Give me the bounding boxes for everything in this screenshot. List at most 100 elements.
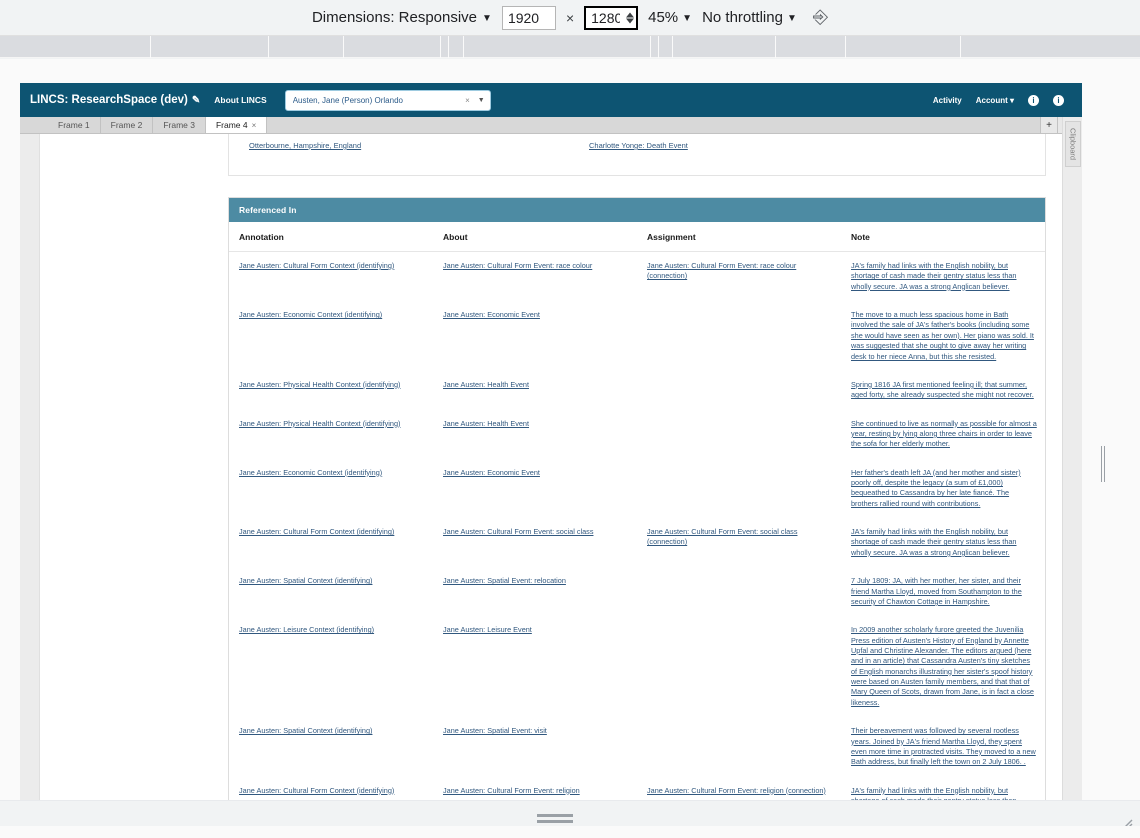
bottom-strip-lower	[0, 826, 1140, 838]
frame-tab-label: Frame 2	[110, 120, 143, 130]
stepper-up-icon[interactable]	[626, 12, 635, 17]
assignment-link[interactable]: Jane Austen: Cultural Form Event: race c…	[647, 261, 796, 280]
about-link[interactable]: Jane Austen: Economic Event	[443, 310, 540, 319]
header-nav: Activity Account ▾ i i	[933, 94, 1074, 106]
throttling-dropdown[interactable]: No throttling ▼	[702, 9, 797, 26]
annotation-link[interactable]: Jane Austen: Leisure Context (identifyin…	[239, 625, 374, 634]
note-text[interactable]: 7 July 1809: JA, with her mother, her si…	[851, 576, 1022, 606]
height-stepper[interactable]	[626, 12, 635, 23]
breakpoint-ruler[interactable]	[0, 36, 1140, 58]
frame-tab-4[interactable]: Frame 4 ×	[205, 117, 268, 133]
table-row: Jane Austen: Physical Health Context (id…	[229, 410, 1045, 459]
note-text[interactable]: Their bereavement was followed by severa…	[851, 726, 1036, 766]
about-link[interactable]: Jane Austen: Cultural Form Event: religi…	[443, 786, 580, 795]
cell-assignment: Jane Austen: Cultural Form Event: social…	[637, 518, 841, 567]
content-scroll-area[interactable]: Otterbourne, Hampshire, England Charlott…	[40, 134, 1082, 803]
info-icon[interactable]: i	[1028, 94, 1039, 106]
annotation-link[interactable]: Jane Austen: Physical Health Context (id…	[239, 380, 400, 389]
annotation-link[interactable]: Jane Austen: Cultural Form Context (iden…	[239, 527, 394, 536]
pencil-icon[interactable]: ✎	[192, 95, 200, 106]
annotation-link[interactable]: Jane Austen: Cultural Form Context (iden…	[239, 261, 394, 270]
previous-section-card: Otterbourne, Hampshire, England Charlott…	[228, 134, 1046, 176]
clipboard-tab[interactable]: Clipboard	[1065, 121, 1081, 167]
cell-annotation: Jane Austen: Physical Health Context (id…	[229, 371, 433, 410]
nav-activity[interactable]: Activity	[933, 96, 962, 105]
place-link[interactable]: Otterbourne, Hampshire, England	[249, 141, 361, 150]
stepper-down-icon[interactable]	[626, 18, 635, 23]
right-rail: Clipboard	[1062, 117, 1082, 803]
cell-note: 7 July 1809: JA, with her mother, her si…	[841, 567, 1045, 616]
nav-account[interactable]: Account ▾	[976, 96, 1014, 105]
app-header: LINCS: ResearchSpace (dev) ✎ About LINCS…	[20, 83, 1082, 117]
cell-note: JA's family had links with the English n…	[841, 518, 1045, 567]
assignment-link[interactable]: Jane Austen: Cultural Form Event: social…	[647, 527, 797, 546]
about-link[interactable]: Jane Austen: Spatial Event: relocation	[443, 576, 566, 585]
cell-about: Jane Austen: Cultural Form Event: race c…	[433, 252, 637, 302]
annotation-link[interactable]: Jane Austen: Economic Context (identifyi…	[239, 310, 382, 319]
note-text[interactable]: Spring 1816 JA first mentioned feeling i…	[851, 380, 1034, 399]
note-text[interactable]: She continued to live as normally as pos…	[851, 419, 1037, 449]
note-text[interactable]: Her father's death left JA (and her moth…	[851, 468, 1021, 508]
cell-assignment	[637, 459, 841, 518]
column-header-annotation: Annotation	[229, 222, 433, 252]
about-link[interactable]: Jane Austen: Health Event	[443, 419, 529, 428]
cell-about: Jane Austen: Health Event	[433, 371, 637, 410]
rotate-icon[interactable]: ⎆	[813, 8, 828, 27]
about-link[interactable]: Jane Austen: Cultural Form Event: race c…	[443, 261, 592, 270]
table-row: Jane Austen: Cultural Form Context (iden…	[229, 252, 1045, 302]
cell-about: Jane Austen: Leisure Event	[433, 616, 637, 717]
table-header: Annotation About Assignment Note	[229, 222, 1045, 252]
cell-assignment	[637, 717, 841, 776]
viewport-resize-handle-right[interactable]	[1098, 444, 1108, 484]
viewport-height-wrapper	[584, 5, 639, 30]
dimensions-dropdown[interactable]: Dimensions: Responsive ▼	[312, 9, 492, 26]
cell-assignment	[637, 301, 841, 371]
cell-annotation: Jane Austen: Physical Health Context (id…	[229, 410, 433, 459]
cell-about: Jane Austen: Economic Event	[433, 301, 637, 371]
app-brand[interactable]: LINCS: ResearchSpace (dev) ✎	[30, 94, 200, 106]
close-icon[interactable]: ×	[252, 121, 257, 130]
cell-note: In 2009 another scholarly furore greeted…	[841, 616, 1045, 717]
annotation-link[interactable]: Jane Austen: Spatial Context (identifyin…	[239, 726, 372, 735]
cell-annotation: Jane Austen: Cultural Form Context (iden…	[229, 518, 433, 567]
cell-assignment	[637, 567, 841, 616]
zoom-dropdown[interactable]: 45% ▼	[648, 9, 692, 26]
search-input[interactable]: Austen, Jane (Person) Orlando × ▼	[284, 89, 491, 111]
annotation-link[interactable]: Jane Austen: Physical Health Context (id…	[239, 419, 400, 428]
frame-tab-2[interactable]: Frame 2	[100, 117, 154, 133]
about-link[interactable]: Jane Austen: Cultural Form Event: social…	[443, 527, 593, 536]
about-link[interactable]: Jane Austen: Economic Event	[443, 468, 540, 477]
annotation-link[interactable]: Jane Austen: Spatial Context (identifyin…	[239, 576, 372, 585]
annotation-link[interactable]: Jane Austen: Economic Context (identifyi…	[239, 468, 382, 477]
zoom-label: 45%	[648, 9, 679, 26]
cell-annotation: Jane Austen: Economic Context (identifyi…	[229, 459, 433, 518]
assignment-link[interactable]: Jane Austen: Cultural Form Event: religi…	[647, 786, 826, 795]
note-text[interactable]: In 2009 another scholarly furore greeted…	[851, 625, 1034, 707]
chevron-down-icon: ▼	[786, 12, 797, 24]
cell-about: Jane Austen: Spatial Event: visit	[433, 717, 637, 776]
note-text[interactable]: JA's family had links with the English n…	[851, 261, 1017, 291]
note-text[interactable]: JA's family had links with the English n…	[851, 527, 1017, 557]
note-text[interactable]: The move to a much less spacious home in…	[851, 310, 1034, 360]
chevron-down-icon[interactable]: ▼	[478, 97, 485, 104]
about-link[interactable]: Jane Austen: Leisure Event	[443, 625, 532, 634]
frame-tab-3[interactable]: Frame 3	[153, 117, 206, 133]
close-icon[interactable]: ×	[465, 96, 470, 105]
add-frame-button[interactable]: +	[1040, 117, 1057, 133]
column-header-assignment: Assignment	[637, 222, 841, 252]
device-toolbar: Dimensions: Responsive ▼ × 45% ▼ No thro…	[0, 0, 1140, 36]
table-row: Jane Austen: Spatial Context (identifyin…	[229, 567, 1045, 616]
about-lincs-link[interactable]: About LINCS	[214, 95, 266, 105]
brand-label: LINCS: ResearchSpace (dev)	[30, 94, 188, 106]
frame-tab-1[interactable]: Frame 1	[48, 117, 101, 133]
viewport-resize-handle-bottom[interactable]	[537, 812, 573, 824]
event-link[interactable]: Charlotte Yonge: Death Event	[589, 141, 688, 150]
cell-assignment	[637, 371, 841, 410]
about-link[interactable]: Jane Austen: Health Event	[443, 380, 529, 389]
help-icon[interactable]: i	[1053, 94, 1064, 106]
annotation-link[interactable]: Jane Austen: Cultural Form Context (iden…	[239, 786, 394, 795]
cell-note: Spring 1816 JA first mentioned feeling i…	[841, 371, 1045, 410]
table-row: Jane Austen: Cultural Form Context (iden…	[229, 518, 1045, 567]
viewport-width-input[interactable]	[501, 5, 556, 30]
about-link[interactable]: Jane Austen: Spatial Event: visit	[443, 726, 547, 735]
